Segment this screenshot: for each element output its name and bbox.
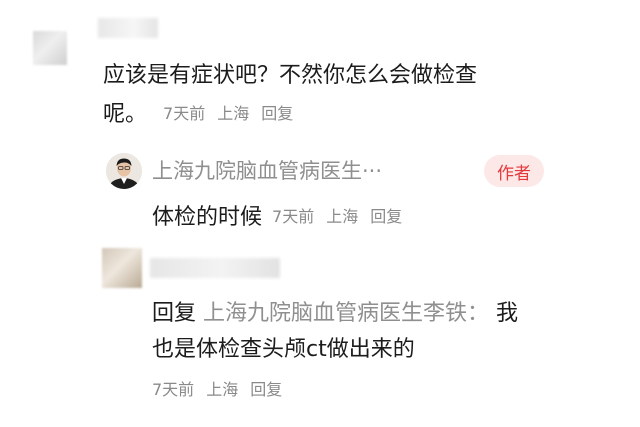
timestamp: 7天前 [152, 380, 195, 399]
author-name[interactable]: 上海九院脑血管病医生··· [152, 155, 382, 185]
comment-meta: 呢。 7天前 上海 回复 [103, 94, 293, 130]
comment-text-line2: 也是体检查头颅ct做出来的 [152, 337, 415, 362]
comment-text: 回复 上海九院脑血管病医生李铁： 我 也是体检查头颅ct做出来的 [152, 296, 622, 368]
mention-link[interactable]: 上海九院脑血管病医生李铁： [203, 301, 489, 326]
location: 上海 [326, 207, 359, 226]
avatar[interactable] [33, 31, 67, 65]
comment-text-tail: 呢。 [103, 102, 148, 127]
location: 上海 [217, 104, 250, 123]
reply-prefix: 回复 [152, 301, 197, 326]
comment-meta: 7天前 上海 回复 [152, 372, 282, 404]
author-badge: 作者 [484, 155, 544, 187]
reply-text: 体检的时候 [152, 205, 263, 230]
timestamp: 7天前 [163, 104, 206, 123]
person-avatar-icon [106, 153, 142, 189]
comment-text-line1-tail: 我 [496, 301, 519, 326]
reply-button[interactable]: 回复 [250, 376, 282, 400]
comment-text: 应该是有症状吧？不然你怎么会做检查 [103, 63, 478, 88]
author-avatar[interactable] [106, 153, 142, 189]
avatar[interactable] [102, 248, 142, 288]
reply-row: 体检的时候 7天前 上海 回复 [152, 198, 402, 232]
location: 上海 [206, 380, 239, 399]
username-redacted[interactable] [150, 258, 280, 278]
reply-button[interactable]: 回复 [370, 203, 402, 227]
timestamp: 7天前 [272, 207, 315, 226]
reply-button[interactable]: 回复 [261, 100, 293, 124]
username-redacted[interactable] [98, 18, 158, 38]
